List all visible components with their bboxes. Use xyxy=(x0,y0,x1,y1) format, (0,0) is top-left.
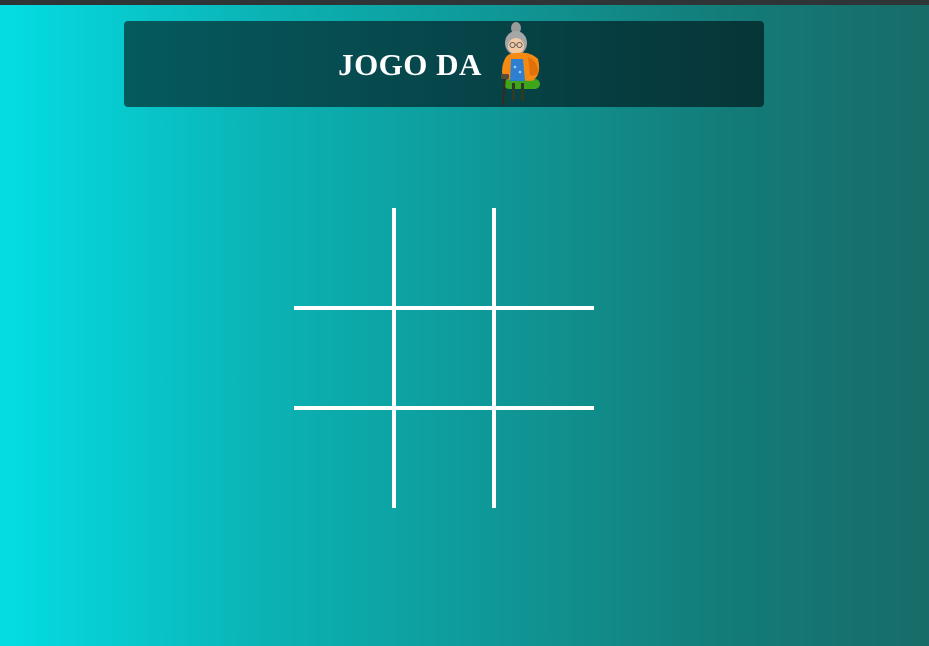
board-cell-6[interactable] xyxy=(494,308,594,408)
game-header: JOGO DA xyxy=(124,21,764,107)
board-cell-1[interactable] xyxy=(294,208,394,308)
game-title: JOGO DA xyxy=(338,47,482,82)
grandma-icon xyxy=(500,22,540,106)
board-cell-5[interactable] xyxy=(394,308,494,408)
board-cell-4[interactable] xyxy=(294,308,394,408)
board-cell-8[interactable] xyxy=(394,408,494,508)
window-top-bar xyxy=(0,0,929,5)
board-cell-3[interactable] xyxy=(494,208,594,308)
board-cell-2[interactable] xyxy=(394,208,494,308)
board-cell-9[interactable] xyxy=(494,408,594,508)
tic-tac-toe-board xyxy=(294,208,594,508)
board-cell-7[interactable] xyxy=(294,408,394,508)
